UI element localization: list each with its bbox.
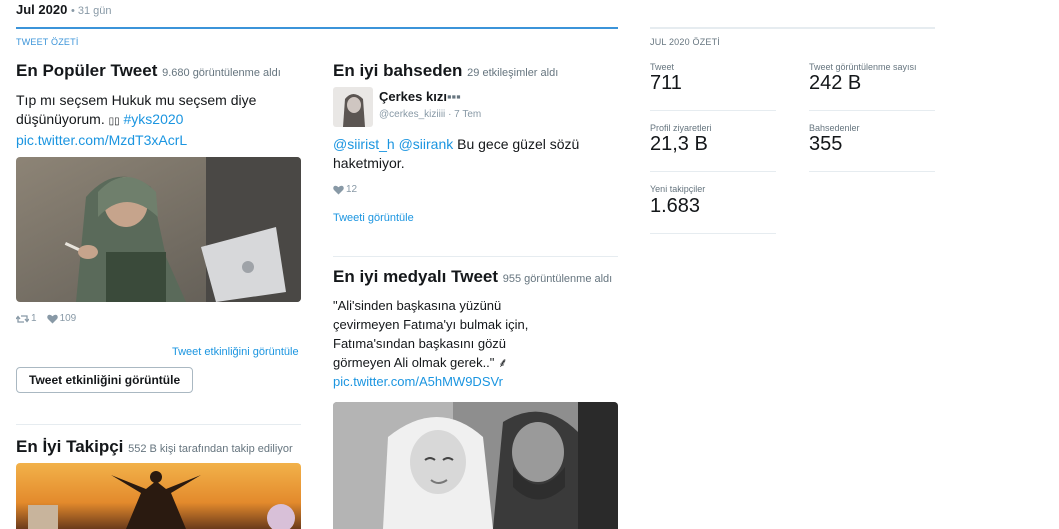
stat-label-mentions: Bahsedenler xyxy=(809,123,860,133)
mention-link-1[interactable]: @siirist_h xyxy=(333,136,395,152)
month-header: Jul 2020 • 31 gün xyxy=(16,2,112,17)
view-tweet-activity-button[interactable]: Tweet etkinliğini görüntüle xyxy=(16,367,194,393)
month-days: • 31 gün xyxy=(70,5,112,17)
top-media-pic-link[interactable]: pic.twitter.com/A5hMW9DSVr xyxy=(333,372,618,391)
top-tweet-meta: 9.680 görüntülenme aldı xyxy=(162,67,281,79)
stat-divider-4 xyxy=(809,171,935,172)
top-tweet-title: En Popüler Tweet 9.680 görüntülenme aldı xyxy=(16,61,281,80)
top-follower-banner[interactable] xyxy=(16,463,301,529)
emoji-placeholder: ▯▯ xyxy=(108,116,120,127)
stat-label-profile-visits: Profil ziyaretleri xyxy=(650,123,712,133)
stat-value-profile-visits: 21,3 B xyxy=(650,133,708,155)
stat-label-new-followers: Yeni takipçiler xyxy=(650,184,706,194)
emoji-flower: ⸙ xyxy=(498,355,508,370)
top-tweet-text: Tıp mı seçsem Hukuk mu seçsem diye düşün… xyxy=(16,91,306,150)
top-tweet-image[interactable] xyxy=(16,157,301,302)
top-mention-handle[interactable]: @cerkes_kiziiii xyxy=(379,109,445,120)
stat-label-impressions: Tweet görüntülenme sayısı xyxy=(809,62,917,72)
stat-value-mentions: 355 xyxy=(809,133,843,155)
stat-divider-3 xyxy=(650,171,776,172)
tweet-summary-underline xyxy=(16,27,618,29)
hashtag-link[interactable]: #yks2020 xyxy=(124,111,184,127)
top-mention-time: · 7 Tem xyxy=(448,109,482,120)
stat-divider-5 xyxy=(650,233,776,234)
month-summary-label: JUL 2020 ÖZETİ xyxy=(650,37,720,47)
top-mention-user-name[interactable]: Çerkes kızı▪▪▪ xyxy=(379,89,461,104)
heart-icon xyxy=(333,185,344,194)
top-follower-meta: 552 B kişi tarafından takip ediliyor xyxy=(128,443,293,455)
user-name-decoration: ▪▪▪ xyxy=(446,89,461,104)
top-mention-text: @siirist_h @siirank Bu gece güzel sözü h… xyxy=(333,136,580,171)
heart-icon xyxy=(46,314,58,323)
mention-link-2[interactable]: @siirank xyxy=(399,136,454,152)
stat-value-new-followers: 1.683 xyxy=(650,195,701,217)
like-count: 109 xyxy=(59,313,77,324)
view-tweet-link[interactable]: Tweeti görüntüle xyxy=(333,212,414,224)
top-mention-stats: 12 xyxy=(333,184,357,195)
top-follower-title: En İyi Takipçi 552 B kişi tarafından tak… xyxy=(16,437,293,456)
top-media-title: En iyi medyalı Tweet 955 görüntülenme al… xyxy=(333,267,613,286)
view-tweet-activity-link[interactable]: Tweet etkinliğini görüntüle xyxy=(172,346,299,358)
retweet-count: 1 xyxy=(31,313,37,324)
top-tweet-pic-link[interactable]: pic.twitter.com/MzdT3xAcrL xyxy=(16,131,306,150)
month-title: Jul 2020 xyxy=(16,2,68,17)
month-summary-underline xyxy=(650,27,935,29)
analytics-page: Jul 2020 • 31 gün TWEET ÖZETİ JUL 2020 Ö… xyxy=(0,0,1059,529)
top-mention-user-meta: @cerkes_kiziiii · 7 Tem xyxy=(379,109,481,120)
stat-label-tweets: Tweet xyxy=(650,62,675,72)
retweet-icon xyxy=(16,314,29,323)
stat-divider-1 xyxy=(650,110,776,111)
column1-divider xyxy=(16,424,301,425)
mention-like-count: 12 xyxy=(346,184,358,195)
top-mention-title: En iyi bahseden 29 etkileşimler aldı xyxy=(333,61,559,80)
top-media-image[interactable] xyxy=(333,402,618,529)
tweet-summary-label: TWEET ÖZETİ xyxy=(16,37,79,47)
stat-divider-2 xyxy=(809,110,935,111)
top-tweet-stats: 1 109 xyxy=(16,313,76,324)
top-mention-meta: 29 etkileşimler aldı xyxy=(467,67,559,79)
stat-value-tweets: 711 xyxy=(650,72,682,94)
column2-divider xyxy=(333,256,618,257)
top-media-text: "Ali'sinden başkasına yüzünü çevirmeyen … xyxy=(333,296,618,391)
stat-value-impressions: 242 B xyxy=(809,72,862,94)
top-mention-avatar[interactable] xyxy=(333,87,373,127)
top-media-meta: 955 görüntülenme aldı xyxy=(502,273,613,285)
